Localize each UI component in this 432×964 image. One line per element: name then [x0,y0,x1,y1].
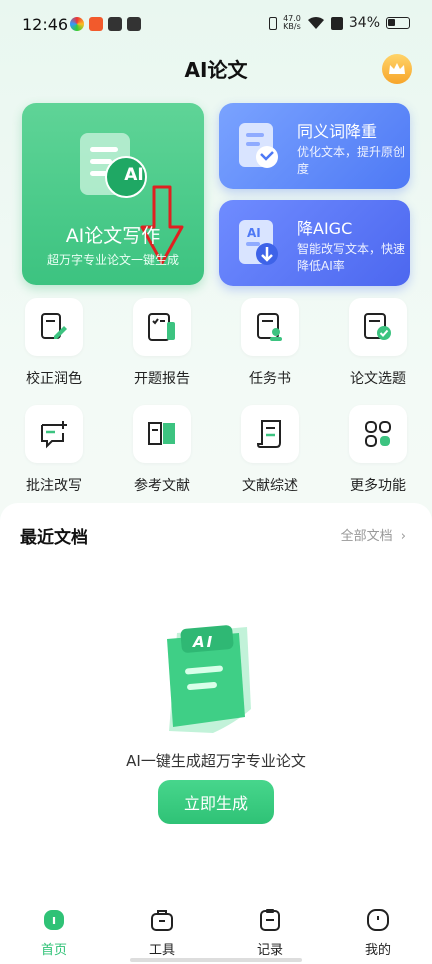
tool-proposal-report[interactable]: 开题报告 [122,298,202,388]
synonym-rewrite-title: 同义词降重 [297,122,378,141]
tool-label: 开题报告 [134,371,190,387]
tool-label: 参考文献 [134,478,190,494]
home-icon [44,910,64,930]
tool-references[interactable]: 参考文献 [122,405,202,495]
tool-topic-selection[interactable]: 论文选题 [338,298,418,388]
tool-label: 批注改写 [26,478,82,494]
topic-check-icon [364,313,391,340]
tool-literature-review[interactable]: 文献综述 [230,405,310,495]
clipboard-icon [260,909,280,931]
comment-add-icon [41,421,67,449]
status-right: 47.0 KB/s 34% [269,15,410,31]
bottom-nav: 首页 工具 记录 我的 [0,898,432,964]
tool-task-book[interactable]: 任务书 [230,298,310,388]
illustration-ai-label: AI [193,633,215,651]
app-notif-icon [89,17,103,31]
notification-icons [70,17,141,31]
net-speed: 47.0 KB/s [283,14,301,31]
generate-now-button[interactable]: 立即生成 [158,780,274,824]
synonym-rewrite-desc: 优化文本，提升原创度 [297,145,406,176]
recent-documents-title: 最近文档 [20,528,88,548]
scroll-icon [256,420,281,448]
book-open-icon [148,422,175,445]
empty-state-text: AI一键生成超万字专业论文 [126,752,306,770]
ai-badge: AI [124,165,144,185]
app-notif-icon [127,17,141,31]
battery-icon [386,17,410,29]
synonym-doc-icon [239,123,278,168]
nav-home[interactable]: 首页 [0,898,108,964]
tool-label: 更多功能 [350,478,406,494]
aigc-ai-label: AI [247,226,261,240]
tool-label: 文献综述 [242,478,298,494]
status-time: 12:46 [22,15,69,34]
tool-more-features[interactable]: 更多功能 [338,405,418,495]
task-book-icon [257,313,282,341]
reduce-aigc-desc: 智能改写文本，快速降低AI率 [297,242,406,273]
profile-icon [367,909,389,931]
synonym-rewrite-card[interactable]: 同义词降重 优化文本，提升原创度 [219,103,410,189]
app-notif-icon [70,17,84,31]
recent-documents-panel: 最近文档 全部文档 › AI AI一键生成超万字专业论文 立即生成 [0,503,432,964]
reduce-aigc-card[interactable]: AI 降AIGC 智能改写文本，快速降低AI率 [219,200,410,286]
grid-more-icon [365,421,391,447]
app-title: AI论文 [184,58,248,82]
battery-percent: 34% [348,15,380,31]
nav-records[interactable]: 记录 [216,898,324,964]
edit-doc-icon [41,313,67,339]
tool-label: 论文选题 [350,371,406,387]
chevron-right-icon: › [400,529,406,544]
vip-crown-button[interactable] [382,54,412,84]
status-bar: 12:46 47.0 KB/s 34% [0,0,432,48]
ai-paper-writing-card[interactable]: AI AI论文写作 超万字专业论文一键生成 [22,103,204,285]
ai-paper-writing-subtitle: 超万字专业论文一键生成 [46,253,179,267]
tool-label: 任务书 [249,371,291,387]
tool-proofread[interactable]: 校正润色 [14,298,94,388]
toolbox-icon [151,910,173,931]
wifi-icon [307,16,324,29]
vibrate-icon [269,16,278,30]
sim-icon [330,16,343,30]
tool-label: 校正润色 [26,371,82,387]
ai-paper-writing-title: AI论文写作 [65,225,161,247]
tool-annotate-rewrite[interactable]: 批注改写 [14,405,94,495]
all-documents-link[interactable]: 全部文档 › [341,525,406,544]
app-notif-icon [108,17,122,31]
nav-profile[interactable]: 我的 [324,898,432,964]
report-icon [148,313,175,341]
crown-icon [389,63,405,74]
reduce-aigc-title: 降AIGC [297,219,353,238]
nav-tools[interactable]: 工具 [108,898,216,964]
home-indicator [130,958,302,962]
